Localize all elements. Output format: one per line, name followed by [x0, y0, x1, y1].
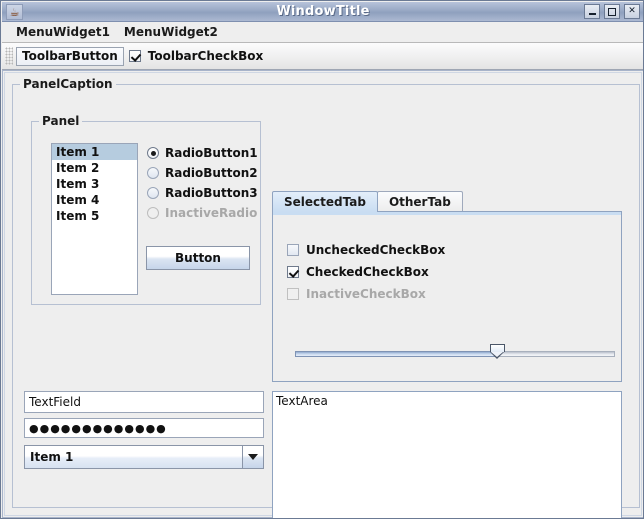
list-item[interactable]: Item 2 [52, 160, 137, 176]
password-field[interactable]: ●●●●●●●●●●●●● [24, 418, 264, 438]
checkbox-label: CheckedCheckBox [306, 265, 429, 279]
radio-group: RadioButton1 RadioButton2 RadioButton3 [147, 144, 258, 224]
checkbox-icon [129, 50, 141, 62]
list-item[interactable]: Item 5 [52, 208, 137, 224]
radio-icon [147, 207, 159, 219]
menu-item-menuwidget2[interactable]: MenuWidget2 [118, 23, 224, 41]
checkbox-icon [287, 244, 299, 256]
maximize-icon [608, 8, 616, 16]
content-root: PanelCaption Panel Item 1 Item 2 Item 3 … [2, 70, 644, 518]
radio-icon [147, 187, 159, 199]
checkbox-group: UncheckedCheckBox CheckedCheckBox Inacti… [287, 240, 445, 306]
checkbox-inactive: InactiveCheckBox [287, 284, 445, 303]
list-item[interactable]: Item 4 [52, 192, 137, 208]
slider-fill [295, 351, 497, 357]
toolbar-button[interactable]: ToolbarButton [16, 47, 124, 66]
radio-icon [147, 167, 159, 179]
text-area[interactable]: TextArea [272, 391, 622, 519]
combo-box[interactable]: Item 1 [24, 445, 264, 469]
chevron-down-icon [248, 454, 258, 460]
radio-label: InactiveRadio [165, 206, 257, 220]
drag-handle-icon[interactable] [5, 47, 13, 65]
toolbar: ToolbarButton ToolbarCheckBox [2, 43, 644, 70]
radio-button-2[interactable]: RadioButton2 [147, 164, 258, 182]
tab-strip: SelectedTab OtherTab [272, 190, 462, 212]
window-title: WindowTitle [2, 4, 644, 19]
tab-panel-body: UncheckedCheckBox CheckedCheckBox Inacti… [272, 211, 622, 382]
slider-thumb-top [490, 344, 505, 352]
checkbox-icon [287, 266, 299, 278]
menu-bar: MenuWidget1 MenuWidget2 [2, 22, 644, 43]
slider-thumb[interactable] [490, 344, 505, 357]
checkbox-label: UncheckedCheckBox [306, 243, 445, 257]
close-icon: ✕ [628, 7, 636, 16]
slider-thumb-tip [490, 352, 504, 359]
slider[interactable] [295, 342, 615, 364]
combo-box-arrow-button[interactable] [242, 446, 263, 468]
panel-caption-legend: PanelCaption [20, 77, 116, 91]
menu-item-menuwidget1[interactable]: MenuWidget1 [10, 23, 116, 41]
content-inner: PanelCaption Panel Item 1 Item 2 Item 3 … [4, 72, 642, 516]
text-field[interactable]: TextField [24, 391, 264, 413]
title-bar: ☕ WindowTitle ✕ [2, 2, 644, 22]
panel-group: Panel Item 1 Item 2 Item 3 Item 4 Item 5 [31, 121, 261, 305]
minimize-icon [589, 13, 596, 15]
toolbar-checkbox[interactable]: ToolbarCheckBox [129, 49, 264, 63]
close-button[interactable]: ✕ [624, 4, 640, 19]
checkbox-label: InactiveCheckBox [306, 287, 426, 301]
checkbox-unchecked[interactable]: UncheckedCheckBox [287, 240, 445, 259]
radio-icon [147, 147, 159, 159]
minimize-button[interactable] [584, 4, 600, 19]
list-item[interactable]: Item 3 [52, 176, 137, 192]
radio-button-3[interactable]: RadioButton3 [147, 184, 258, 202]
radio-button-1[interactable]: RadioButton1 [147, 144, 258, 162]
radio-label: RadioButton1 [165, 146, 258, 160]
tab-selectedtab[interactable]: SelectedTab [272, 191, 378, 212]
panel-legend: Panel [39, 114, 82, 128]
radio-button-inactive: InactiveRadio [147, 204, 258, 222]
combo-box-value: Item 1 [25, 450, 242, 464]
window-controls: ✕ [584, 4, 640, 19]
tabbed-pane: SelectedTab OtherTab UncheckedCheckBox C… [272, 190, 622, 382]
radio-label: RadioButton3 [165, 186, 258, 200]
tab-othertab[interactable]: OtherTab [377, 191, 463, 212]
panel-button[interactable]: Button [146, 246, 250, 270]
item-list[interactable]: Item 1 Item 2 Item 3 Item 4 Item 5 [51, 143, 138, 295]
maximize-button[interactable] [604, 4, 620, 19]
application-window: ☕ WindowTitle ✕ MenuWidget1 MenuWidget2 … [0, 0, 644, 519]
toolbar-checkbox-label: ToolbarCheckBox [148, 49, 264, 63]
checkbox-checked[interactable]: CheckedCheckBox [287, 262, 445, 281]
checkbox-icon [287, 288, 299, 300]
radio-label: RadioButton2 [165, 166, 258, 180]
list-item[interactable]: Item 1 [52, 144, 137, 160]
panel-caption-group: PanelCaption Panel Item 1 Item 2 Item 3 … [12, 84, 640, 508]
